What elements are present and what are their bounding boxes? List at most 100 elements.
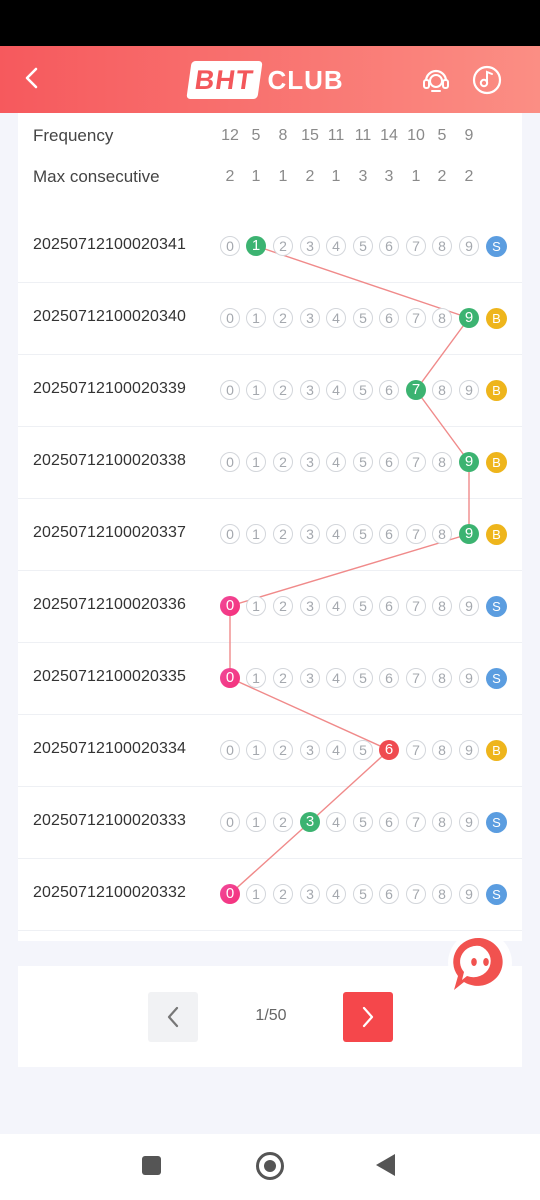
digit-ball: 1 bbox=[246, 452, 266, 472]
digit-ball: 0 bbox=[220, 236, 240, 256]
small-badge: S bbox=[486, 236, 507, 257]
digit-ball: 9 bbox=[459, 812, 479, 832]
digit-ball: 2 bbox=[273, 596, 293, 616]
digit-ball: 2 bbox=[273, 812, 293, 832]
digit-ball: 3 bbox=[300, 596, 320, 616]
digit-ball: 1 bbox=[246, 668, 266, 688]
digit-ball: 0 bbox=[220, 524, 240, 544]
winning-number-ball: 3 bbox=[300, 812, 320, 832]
app-logo: BHT CLUB bbox=[186, 58, 344, 102]
page-indicator: 1/50 bbox=[255, 1007, 287, 1024]
digit-ball: 2 bbox=[273, 668, 293, 688]
issue-number: 20250712100020335 bbox=[33, 668, 186, 685]
home-dot bbox=[264, 1160, 276, 1172]
big-badge: B bbox=[486, 740, 507, 761]
digit-ball: 5 bbox=[353, 452, 373, 472]
digit-ball: 4 bbox=[326, 884, 346, 904]
frequency-value-2: 8 bbox=[278, 127, 288, 144]
frequency-value-9: 9 bbox=[464, 127, 474, 144]
digit-ball: 3 bbox=[300, 884, 320, 904]
draw-row: 20250712100020340 0 1 2 3 4 5 6 7 8 9 B bbox=[18, 283, 522, 355]
digit-ball: 2 bbox=[273, 380, 293, 400]
digit-ball: 6 bbox=[379, 596, 399, 616]
digit-ball: 7 bbox=[406, 740, 426, 760]
digit-ball: 6 bbox=[379, 884, 399, 904]
trend-chart-card: Frequency 12 5 8 15 11 11 14 10 5 9 Max consecuti… bbox=[18, 113, 522, 941]
frequency-value-5: 11 bbox=[354, 127, 372, 144]
digit-ball: 5 bbox=[353, 812, 373, 832]
music-icon[interactable] bbox=[471, 64, 503, 96]
max-consecutive-value-3: 2 bbox=[305, 168, 315, 185]
app-header: BHT CLUB bbox=[0, 46, 540, 113]
digit-ball: 2 bbox=[273, 740, 293, 760]
digit-ball: 0 bbox=[220, 308, 240, 328]
digit-ball: 2 bbox=[273, 308, 293, 328]
digit-ball: 6 bbox=[379, 668, 399, 688]
recent-apps-button[interactable] bbox=[142, 1156, 161, 1175]
digit-ball: 6 bbox=[379, 812, 399, 832]
digit-ball: 6 bbox=[379, 308, 399, 328]
home-button[interactable] bbox=[256, 1152, 284, 1180]
winning-number-ball: 9 bbox=[459, 308, 479, 328]
issue-number: 20250712100020340 bbox=[33, 308, 186, 325]
winning-number-ball: 7 bbox=[406, 380, 426, 400]
max-consecutive-value-4: 1 bbox=[331, 168, 341, 185]
digit-ball: 0 bbox=[220, 380, 240, 400]
winning-number-ball: 0 bbox=[220, 596, 240, 616]
winning-number-ball: 1 bbox=[246, 236, 266, 256]
digit-ball: 4 bbox=[326, 308, 346, 328]
digit-ball: 5 bbox=[353, 596, 373, 616]
draw-row: 20250712100020333 0 1 2 3 4 5 6 7 8 9 S bbox=[18, 787, 522, 859]
draw-row: 20250712100020332 0 1 2 3 4 5 6 7 8 9 S bbox=[18, 859, 522, 931]
digit-ball: 3 bbox=[300, 380, 320, 400]
big-badge: B bbox=[486, 524, 507, 545]
system-back-button[interactable] bbox=[376, 1154, 395, 1176]
chat-support-icon[interactable] bbox=[440, 928, 520, 1000]
frequency-value-7: 10 bbox=[407, 127, 425, 144]
digit-ball: 9 bbox=[459, 596, 479, 616]
digit-ball: 5 bbox=[353, 308, 373, 328]
digit-ball: 4 bbox=[326, 812, 346, 832]
small-badge: S bbox=[486, 596, 507, 617]
back-button[interactable] bbox=[14, 60, 50, 96]
previous-page-button[interactable] bbox=[148, 992, 198, 1042]
draw-row: 20250712100020335 0 1 2 3 4 5 6 7 8 9 S bbox=[18, 643, 522, 715]
customer-service-icon[interactable] bbox=[421, 65, 451, 95]
digit-ball: 4 bbox=[326, 596, 346, 616]
status-bar bbox=[0, 0, 540, 46]
digit-ball: 2 bbox=[273, 524, 293, 544]
digit-ball: 9 bbox=[459, 668, 479, 688]
issue-number: 20250712100020337 bbox=[33, 524, 186, 541]
digit-ball: 7 bbox=[406, 236, 426, 256]
system-navigation-bar bbox=[0, 1134, 540, 1200]
frequency-value-4: 11 bbox=[327, 127, 345, 144]
digit-ball: 1 bbox=[246, 884, 266, 904]
max-consecutive-label: Max consecutive bbox=[33, 167, 160, 186]
digit-ball: 3 bbox=[300, 308, 320, 328]
frequency-value-1: 5 bbox=[251, 127, 261, 144]
big-badge: B bbox=[486, 308, 507, 329]
draw-row: 20250712100020337 0 1 2 3 4 5 6 7 8 9 B bbox=[18, 499, 522, 571]
digit-ball: 6 bbox=[379, 524, 399, 544]
chevron-right-icon bbox=[362, 1006, 374, 1028]
digit-ball: 6 bbox=[379, 452, 399, 472]
digit-ball: 8 bbox=[432, 308, 452, 328]
digit-ball: 4 bbox=[326, 740, 346, 760]
digit-ball: 8 bbox=[432, 668, 452, 688]
digit-ball: 4 bbox=[326, 524, 346, 544]
chevron-left-icon bbox=[25, 67, 38, 89]
small-badge: S bbox=[486, 884, 507, 905]
max-consecutive-value-8: 2 bbox=[437, 168, 447, 185]
digit-ball: 8 bbox=[432, 812, 452, 832]
max-consecutive-row: Max consecutive 2112133122 bbox=[18, 159, 522, 199]
next-page-button[interactable] bbox=[343, 992, 393, 1042]
digit-ball: 3 bbox=[300, 236, 320, 256]
max-consecutive-value-0: 2 bbox=[225, 168, 235, 185]
digit-ball: 4 bbox=[326, 452, 346, 472]
frequency-value-6: 14 bbox=[380, 127, 398, 144]
small-badge: S bbox=[486, 812, 507, 833]
digit-ball: 4 bbox=[326, 668, 346, 688]
digit-ball: 8 bbox=[432, 596, 452, 616]
digit-ball: 8 bbox=[432, 884, 452, 904]
draw-row: 20250712100020336 0 1 2 3 4 5 6 7 8 9 S bbox=[18, 571, 522, 643]
